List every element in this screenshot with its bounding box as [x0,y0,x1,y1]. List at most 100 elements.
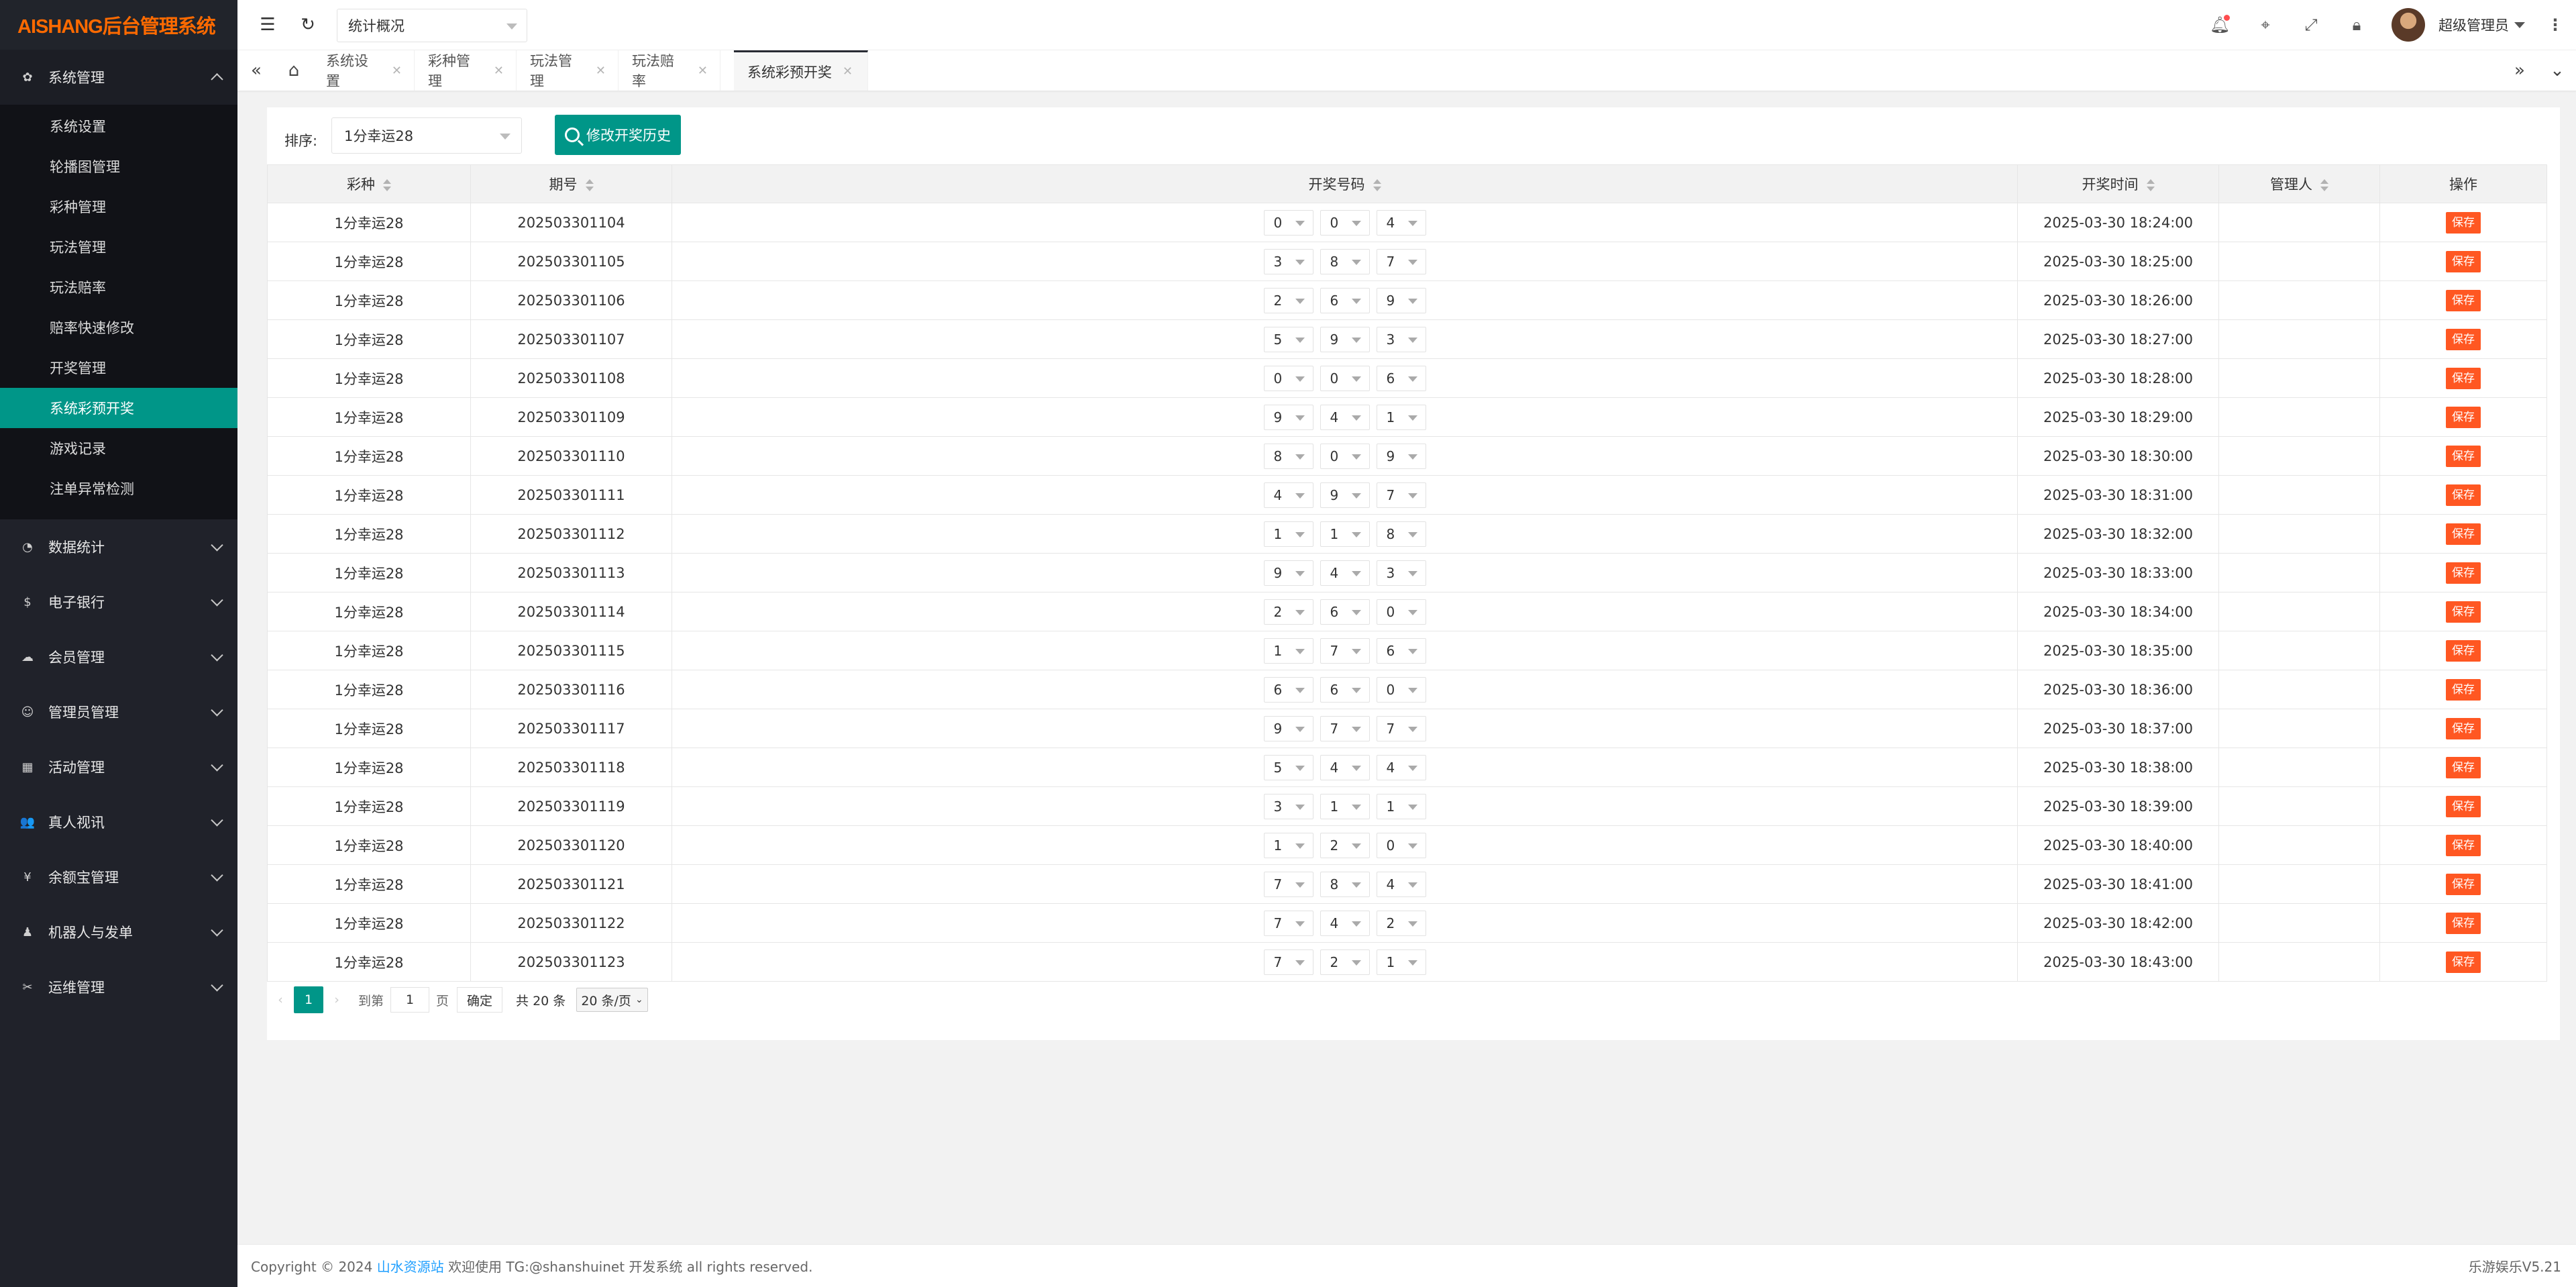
draw-number-select-1[interactable]: 7 [1263,871,1313,897]
draw-number-select-1[interactable]: 6 [1263,676,1313,703]
draw-number-select-3[interactable]: 3 [1376,326,1426,352]
save-button[interactable]: 保存 [2446,406,2481,428]
draw-number-select-3[interactable]: 7 [1376,248,1426,274]
sidebar-group-members[interactable]: ☁ 会员管理 [0,629,237,684]
save-button[interactable]: 保存 [2446,912,2481,934]
draw-number-select-1[interactable]: 3 [1263,248,1313,274]
draw-number-select-2[interactable]: 4 [1320,910,1370,936]
draw-number-select-1[interactable]: 1 [1263,521,1313,547]
draw-number-select-2[interactable]: 6 [1320,599,1370,625]
save-button[interactable]: 保存 [2446,795,2481,817]
draw-number-select-1[interactable]: 5 [1263,754,1313,780]
draw-number-select-3[interactable]: 7 [1376,482,1426,508]
sidebar-group-system[interactable]: ✿ 系统管理 [0,50,237,105]
more-vertical-icon[interactable]: ⋮ [2545,0,2565,50]
save-button[interactable]: 保存 [2446,639,2481,662]
user-menu[interactable]: 超级管理员 [2438,0,2525,50]
draw-number-select-3[interactable]: 0 [1376,832,1426,858]
goto-confirm-button[interactable]: 确定 [457,987,503,1013]
draw-number-select-2[interactable]: 2 [1320,832,1370,858]
tab-play-odds[interactable]: 玩法赔率 ✕ [619,50,720,91]
fullscreen-icon[interactable]: ⤢ [2294,0,2328,50]
sidebar-item-carousel[interactable]: 轮播图管理 [0,146,237,187]
footer-link[interactable]: 山水资源站 [377,1259,444,1275]
lock-icon[interactable]: 🔒︎ [2340,0,2373,50]
refresh-icon[interactable]: ↻ [291,0,325,50]
sidebar-group-activities[interactable]: ▦ 活动管理 [0,739,237,794]
draw-number-select-2[interactable]: 4 [1320,560,1370,586]
edit-draw-history-button[interactable]: 修改开奖历史 [555,115,681,155]
draw-number-select-2[interactable]: 6 [1320,676,1370,703]
sort-icon[interactable] [585,179,594,191]
goto-page-input[interactable]: 1 [390,987,430,1013]
draw-number-select-2[interactable]: 4 [1320,404,1370,430]
draw-number-select-3[interactable]: 9 [1376,443,1426,469]
draw-number-select-2[interactable]: 8 [1320,248,1370,274]
save-button[interactable]: 保存 [2446,562,2481,584]
tabs-scroll-left-icon[interactable]: « [237,50,275,91]
sort-icon[interactable] [2146,179,2155,191]
save-button[interactable]: 保存 [2446,484,2481,506]
app-logo[interactable]: AISHANG后台管理系统 [0,0,237,50]
draw-number-select-3[interactable]: 2 [1376,910,1426,936]
sort-icon[interactable] [383,179,391,191]
draw-number-select-2[interactable]: 1 [1320,793,1370,819]
menu-toggle-icon[interactable]: ☰ [251,0,284,50]
draw-number-select-2[interactable]: 0 [1320,365,1370,391]
save-button[interactable]: 保存 [2446,328,2481,350]
tab-play-management[interactable]: 玩法管理 ✕ [517,50,619,91]
next-page-icon[interactable]: › [323,986,350,1013]
draw-number-select-2[interactable]: 6 [1320,287,1370,313]
draw-number-select-2[interactable]: 7 [1320,637,1370,664]
draw-number-select-1[interactable]: 0 [1263,209,1313,236]
sidebar-item-draw-management[interactable]: 开奖管理 [0,348,237,388]
draw-number-select-2[interactable]: 0 [1320,209,1370,236]
draw-number-select-1[interactable]: 5 [1263,326,1313,352]
draw-number-select-2[interactable]: 0 [1320,443,1370,469]
save-button[interactable]: 保存 [2446,523,2481,545]
draw-number-select-3[interactable]: 1 [1376,404,1426,430]
draw-number-select-1[interactable]: 9 [1263,560,1313,586]
draw-number-select-3[interactable]: 4 [1376,754,1426,780]
sidebar-item-game-records[interactable]: 游戏记录 [0,428,237,468]
draw-number-select-3[interactable]: 0 [1376,599,1426,625]
save-button[interactable]: 保存 [2446,367,2481,389]
sort-icon[interactable] [1373,179,1381,191]
save-button[interactable]: 保存 [2446,873,2481,895]
tag-icon[interactable]: ⌖ [2249,0,2282,50]
draw-number-select-1[interactable]: 1 [1263,832,1313,858]
draw-number-select-1[interactable]: 2 [1263,287,1313,313]
save-button[interactable]: 保存 [2446,678,2481,701]
tabs-scroll-right-icon[interactable]: » [2501,50,2538,91]
sidebar-group-data-stats[interactable]: ◔ 数据统计 [0,519,237,574]
sidebar-group-ops[interactable]: ✂ 运维管理 [0,960,237,1015]
draw-number-select-3[interactable]: 6 [1376,365,1426,391]
page-size-select[interactable]: 20 条/页 ⌄ [576,988,648,1012]
tab-system-settings[interactable]: 系统设置 ✕ [313,50,415,91]
page-number-current[interactable]: 1 [294,986,323,1013]
sidebar-group-yuebao[interactable]: ¥ 余额宝管理 [0,850,237,905]
sidebar-group-admins[interactable]: ☺ 管理员管理 [0,684,237,739]
sidebar-item-play-management[interactable]: 玩法管理 [0,227,237,267]
sidebar-group-live-video[interactable]: 👥 真人视讯 [0,794,237,850]
bell-icon[interactable]: 🔔︎ [2203,0,2237,50]
save-button[interactable]: 保存 [2446,951,2481,973]
sidebar-group-ebank[interactable]: $ 电子银行 [0,574,237,629]
col-header-numbers[interactable]: 开奖号码 [672,164,2018,203]
draw-number-select-3[interactable]: 1 [1376,793,1426,819]
draw-number-select-1[interactable]: 7 [1263,949,1313,975]
draw-number-select-2[interactable]: 2 [1320,949,1370,975]
sidebar-item-lottery-types[interactable]: 彩种管理 [0,187,237,227]
col-header-game[interactable]: 彩种 [267,164,471,203]
home-icon[interactable]: ⌂ [275,50,313,91]
close-icon[interactable]: ✕ [698,64,708,78]
close-icon[interactable]: ✕ [843,64,853,79]
sidebar-group-robots[interactable]: ♟ 机器人与发单 [0,905,237,960]
draw-number-select-3[interactable]: 4 [1376,209,1426,236]
draw-number-select-3[interactable]: 0 [1376,676,1426,703]
tab-lottery-types[interactable]: 彩种管理 ✕ [415,50,517,91]
draw-number-select-2[interactable]: 8 [1320,871,1370,897]
draw-number-select-3[interactable]: 6 [1376,637,1426,664]
save-button[interactable]: 保存 [2446,211,2481,234]
draw-number-select-1[interactable]: 0 [1263,365,1313,391]
